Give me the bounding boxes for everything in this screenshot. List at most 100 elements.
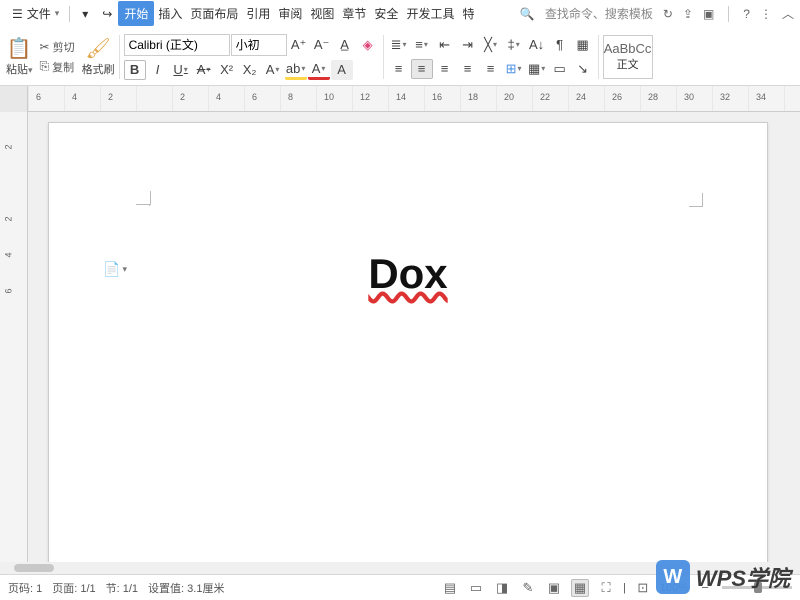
bold-button[interactable]: B bbox=[124, 60, 146, 80]
italic-button[interactable]: I bbox=[147, 60, 169, 80]
tab-page-layout[interactable]: 页面布局 bbox=[186, 1, 242, 26]
view-fullscreen-icon[interactable]: ⛶ bbox=[597, 579, 615, 597]
tab-dev-tools[interactable]: 开发工具 bbox=[402, 1, 458, 26]
vertical-scrollbar[interactable] bbox=[788, 224, 800, 548]
document-viewport[interactable]: 📄▾ Dox bbox=[28, 112, 800, 574]
align-justify-button[interactable]: ≡ bbox=[457, 59, 479, 79]
file-menu-label: 文件 bbox=[27, 5, 51, 22]
watermark: W WPS学院 bbox=[656, 560, 790, 594]
underline-button[interactable]: U▾ bbox=[170, 60, 192, 80]
text-direction-button[interactable]: ╳▾ bbox=[480, 35, 502, 55]
copy-icon: ⎘ bbox=[40, 59, 50, 74]
decrease-font-icon[interactable]: A⁻ bbox=[311, 35, 333, 55]
increase-font-icon[interactable]: A⁺ bbox=[288, 35, 310, 55]
align-center-button[interactable]: ≡ bbox=[411, 59, 433, 79]
divider bbox=[383, 35, 384, 79]
hamburger-icon: ☰ bbox=[12, 7, 23, 21]
paste-button[interactable]: 📋 粘贴▾ bbox=[6, 36, 33, 77]
tab-references[interactable]: 引用 bbox=[242, 1, 274, 26]
ribbon: 📋 粘贴▾ ✂剪切 ⎘复制 🖌 格式刷 A⁺ A⁻ A̲ ◈ B I U▾ A▾… bbox=[0, 28, 800, 86]
tab-review[interactable]: 审阅 bbox=[274, 1, 306, 26]
borders-button[interactable]: ▦ bbox=[572, 35, 594, 55]
align-right-button[interactable]: ≡ bbox=[434, 59, 456, 79]
view-page-icon[interactable]: ▦ bbox=[571, 579, 589, 597]
line-spacing-button[interactable]: ‡▾ bbox=[503, 35, 525, 55]
ruler-horizontal[interactable]: 6 4 2 2 4 6 8 10 12 14 16 18 20 22 24 26… bbox=[28, 86, 800, 112]
decrease-indent-button[interactable]: ⇤ bbox=[434, 35, 456, 55]
paragraph-group: ≣▾ ≡▾ ⇤ ⇥ ╳▾ ‡▾ A↓ ¶ ▦ ≡ ≡ ≡ ≡ ≡ ⊞▾ ▦▾ ▭… bbox=[388, 35, 594, 79]
style-normal[interactable]: AaBbCc 正文 bbox=[603, 35, 653, 79]
highlight-button[interactable]: ab▾ bbox=[285, 60, 307, 80]
status-setting[interactable]: 设置值: 3.1厘米 bbox=[148, 580, 224, 596]
margin-mark-tl bbox=[149, 205, 150, 206]
font-name-select[interactable] bbox=[124, 34, 230, 56]
file-menu[interactable]: ☰ 文件 ▾ bbox=[6, 3, 65, 24]
ruler-corner bbox=[0, 86, 28, 112]
numbering-button[interactable]: ≡▾ bbox=[411, 35, 433, 55]
status-section[interactable]: 节: 1/1 bbox=[106, 580, 138, 596]
superscript-button[interactable]: X² bbox=[216, 60, 238, 80]
view-outline-icon[interactable]: ▤ bbox=[441, 579, 459, 597]
scrollbar-thumb[interactable] bbox=[14, 564, 54, 572]
format-painter-button[interactable]: 🖌 格式刷 bbox=[82, 36, 115, 77]
paragraph-launcher-button[interactable]: ↘ bbox=[572, 59, 594, 79]
separator bbox=[69, 6, 70, 22]
status-page[interactable]: 页面: 1/1 bbox=[52, 580, 95, 596]
window-icon[interactable]: ▣ bbox=[703, 7, 714, 21]
document-text[interactable]: Dox bbox=[49, 249, 767, 300]
tab-view[interactable]: 视图 bbox=[306, 1, 338, 26]
ruler-vertical[interactable]: 2 2 4 6 bbox=[0, 112, 28, 574]
font-group: A⁺ A⁻ A̲ ◈ B I U▾ A▾ X² X₂ A▾ ab▾ A▾ A bbox=[124, 34, 379, 80]
divider bbox=[119, 35, 120, 79]
paste-label: 粘贴▾ bbox=[6, 61, 33, 77]
font-size-select[interactable] bbox=[231, 34, 287, 56]
text-effects-button[interactable]: A▾ bbox=[262, 60, 284, 80]
copy-button[interactable]: ⎘复制 bbox=[37, 58, 78, 76]
tab-start[interactable]: 开始 bbox=[118, 1, 154, 26]
document-page[interactable]: 📄▾ Dox bbox=[48, 122, 768, 574]
more-icon[interactable]: ⋮ bbox=[760, 7, 772, 21]
distribute-button[interactable]: ≡ bbox=[480, 59, 502, 79]
show-marks-button[interactable]: ¶ bbox=[549, 35, 571, 55]
save-icon[interactable]: ▾ bbox=[74, 4, 96, 24]
editor-area: 2 2 4 6 📄▾ Dox bbox=[0, 112, 800, 574]
paragraph-border-button[interactable]: ▭ bbox=[549, 59, 571, 79]
view-print-icon[interactable]: ▣ bbox=[545, 579, 563, 597]
sync-icon[interactable]: ↻ bbox=[663, 7, 673, 21]
wps-logo-icon: W bbox=[656, 560, 690, 594]
share-icon[interactable]: ⇪ bbox=[683, 7, 693, 21]
view-draft-icon[interactable]: ✎ bbox=[519, 579, 537, 597]
tab-security[interactable]: 安全 bbox=[370, 1, 402, 26]
tab-special[interactable]: 特 bbox=[458, 1, 478, 26]
font-color-button[interactable]: A▾ bbox=[308, 60, 330, 80]
tab-chapters[interactable]: 章节 bbox=[338, 1, 370, 26]
clear-format-icon[interactable]: ◈ bbox=[357, 35, 379, 55]
menu-tabs: 开始 插入 页面布局 引用 审阅 视图 章节 安全 开发工具 特 bbox=[118, 1, 478, 26]
zoom-fit-icon[interactable]: ⊡ bbox=[634, 579, 652, 597]
separator bbox=[728, 6, 729, 22]
status-pagecode[interactable]: 页码: 1 bbox=[8, 580, 42, 596]
cut-button[interactable]: ✂剪切 bbox=[37, 38, 78, 56]
search-icon[interactable]: 🔍 bbox=[520, 7, 535, 21]
clipboard-mini: ✂剪切 ⎘复制 bbox=[37, 38, 78, 76]
separator: | bbox=[623, 582, 626, 594]
quick-forward-icon[interactable]: ↪ bbox=[96, 4, 118, 24]
tab-insert[interactable]: 插入 bbox=[154, 1, 186, 26]
help-icon[interactable]: ? bbox=[743, 7, 750, 21]
view-web-icon[interactable]: ◨ bbox=[493, 579, 511, 597]
increase-indent-button[interactable]: ⇥ bbox=[457, 35, 479, 55]
strikethrough-button[interactable]: A▾ bbox=[193, 60, 215, 80]
subscript-button[interactable]: X₂ bbox=[239, 60, 261, 80]
clipboard-icon: 📋 bbox=[7, 36, 32, 61]
collapse-ribbon-icon[interactable]: ︿ bbox=[782, 5, 794, 22]
sort-button[interactable]: A↓ bbox=[526, 35, 548, 55]
shading-button[interactable]: ▦▾ bbox=[526, 59, 548, 79]
view-reading-icon[interactable]: ▭ bbox=[467, 579, 485, 597]
bullets-button[interactable]: ≣▾ bbox=[388, 35, 410, 55]
align-left-button[interactable]: ≡ bbox=[388, 59, 410, 79]
search-placeholder[interactable]: 查找命令、搜索模板 bbox=[545, 5, 653, 22]
character-shading-button[interactable]: A bbox=[331, 60, 353, 80]
tab-settings-button[interactable]: ⊞▾ bbox=[503, 59, 525, 79]
change-case-icon[interactable]: A̲ bbox=[334, 35, 356, 55]
style-preview: AaBbCc bbox=[604, 41, 652, 56]
